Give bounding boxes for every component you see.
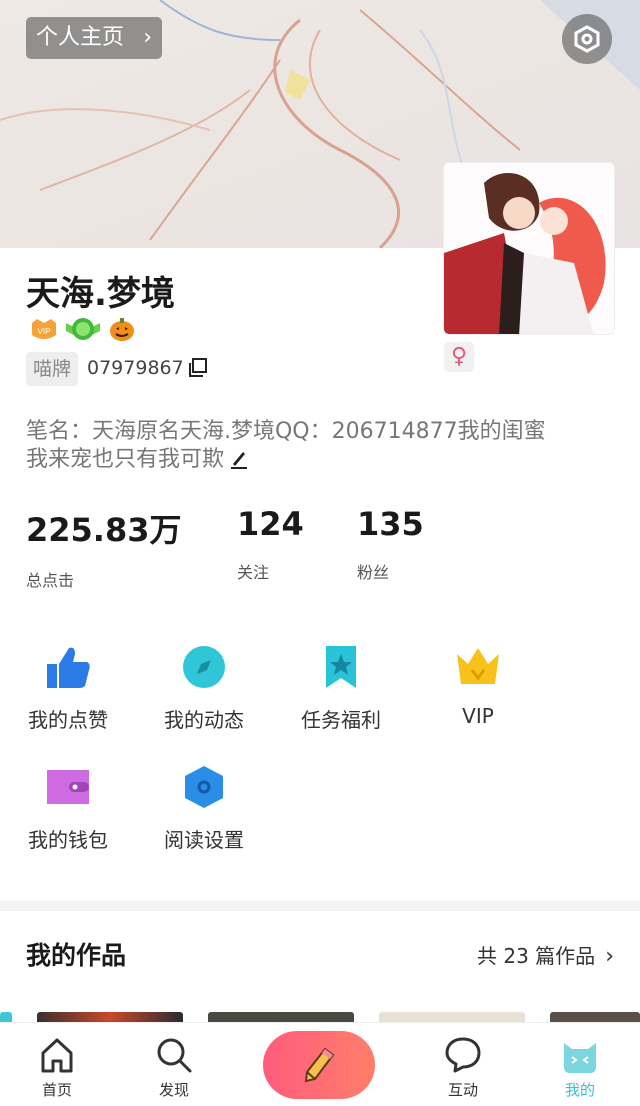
gender-female-badge: ♀ [444,342,474,372]
menu-my-wallet[interactable]: 我的钱包 [0,764,138,853]
chat-bubble-icon [445,1037,481,1073]
menu-label: 阅读设置 [164,828,244,852]
bio-line-2: 我来宠也只有我可欺 [26,446,606,474]
stat-following[interactable]: 124 关注 [237,505,304,583]
cat-face-icon [564,1043,596,1073]
settings-hex-icon [574,25,600,53]
bottom-tab-bar: 首页 发现 互动 我的 [0,1022,640,1106]
avatar[interactable] [443,162,615,335]
miaopai-tag: 喵牌 [26,352,78,386]
menu-vip[interactable]: VIP [408,644,548,728]
bookmark-star-icon [326,646,356,688]
stat-label: 总点击 [26,571,75,590]
settings-button[interactable] [562,14,612,64]
tab-home[interactable]: 首页 [17,1023,97,1100]
green-level-badge-icon[interactable] [66,315,100,343]
user-id: 07979867 [87,357,184,379]
tab-label: 互动 [447,1081,478,1099]
tab-interaction[interactable]: 互动 [423,1023,503,1100]
user-bio[interactable]: 笔名：天海原名天海.梦境QQ：206714877我的闺蜜 我来宠也只有我可欺 [26,418,606,474]
menu-label: 我的钱包 [28,828,108,852]
vip-badge-icon[interactable]: VIP [30,315,58,343]
works-section-title: 我的作品 [26,941,127,970]
chevron-right-icon: › [143,25,152,50]
menu-my-feed[interactable]: 我的动态 [134,644,274,733]
search-icon [157,1038,192,1073]
wallet-icon [47,770,89,804]
tab-label: 我的 [564,1081,595,1099]
compass-icon [183,646,225,688]
home-page-button[interactable]: 个人主页 › [26,17,162,59]
bio-line-1: 笔名：天海原名天海.梦境QQ：206714877我的闺蜜 [26,419,546,444]
crown-icon [457,648,499,684]
menu-label: 我的点赞 [28,708,108,732]
svg-text:VIP: VIP [38,327,51,336]
menu-label: 我的动态 [164,708,244,732]
section-divider [0,901,640,911]
tab-mine[interactable]: 我的 [540,1023,620,1100]
thumbs-up-icon [47,647,90,688]
tab-discover[interactable]: 发现 [134,1023,214,1100]
copy-icon[interactable] [187,357,209,379]
menu-my-likes[interactable]: 我的点赞 [0,644,138,733]
stat-fans[interactable]: 135 粉丝 [357,505,424,583]
menu-task-rewards[interactable]: 任务福利 [271,644,411,733]
bio-line-2-text: 我来宠也只有我可欺 [26,447,225,472]
stat-value: 135 [357,505,424,543]
menu-label: 任务福利 [301,708,381,732]
works-count-text: 共 23 篇作品 [477,944,596,968]
menu-label: VIP [462,704,494,728]
pumpkin-badge-icon[interactable] [108,315,136,343]
tab-label: 首页 [41,1081,72,1099]
home-icon [41,1038,73,1073]
write-button[interactable] [263,1031,375,1099]
tab-label: 发现 [158,1081,189,1099]
hexagon-settings-icon [185,766,223,808]
edit-pencil-icon[interactable] [230,449,248,469]
menu-reading-settings[interactable]: 阅读设置 [134,764,274,853]
avatar-illustration [444,163,614,334]
stat-total-clicks[interactable]: 225.83万 总点击 [26,505,182,591]
pencil-icon [304,1047,335,1083]
home-page-label: 个人主页 [36,25,125,50]
stat-value: 124 [237,505,304,543]
stat-value: 225.83万 [26,511,182,549]
user-name: 天海.梦境 [26,274,175,314]
stat-label: 关注 [237,563,270,582]
chevron-right-icon: › [605,944,614,969]
stat-label: 粉丝 [357,563,390,582]
works-count-link[interactable]: 共 23 篇作品 › [477,940,614,969]
